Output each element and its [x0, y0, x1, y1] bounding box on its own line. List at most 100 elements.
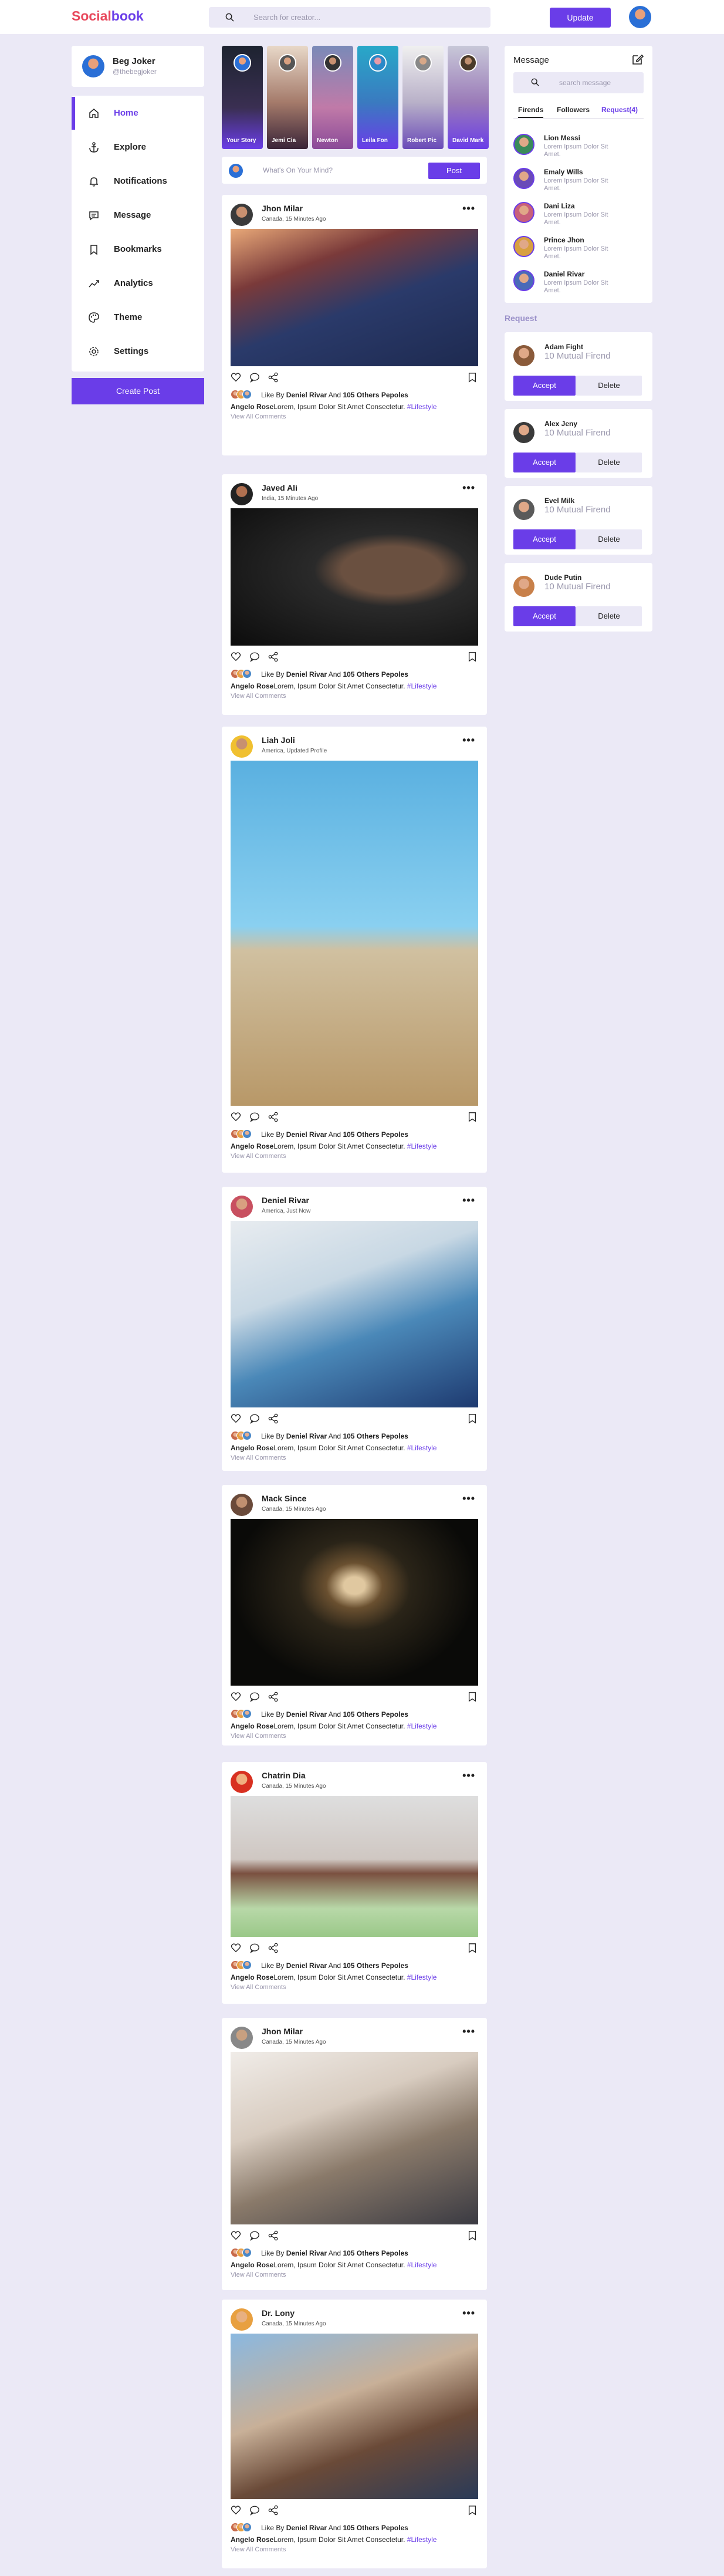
- view-comments-link[interactable]: View All Comments: [231, 2546, 286, 2553]
- bookmark-icon[interactable]: [468, 1413, 477, 1424]
- share-icon[interactable]: [268, 1112, 279, 1122]
- view-comments-link[interactable]: View All Comments: [231, 1454, 286, 1461]
- author-avatar[interactable]: [231, 2308, 253, 2331]
- delete-button[interactable]: Delete: [576, 606, 642, 626]
- bookmark-icon[interactable]: [468, 1692, 477, 1702]
- request-avatar[interactable]: [513, 345, 534, 366]
- heart-icon[interactable]: [231, 1692, 241, 1702]
- story-card[interactable]: Jemi Cia: [267, 46, 308, 149]
- view-comments-link[interactable]: View All Comments: [231, 413, 286, 420]
- likes-count[interactable]: 105 Others Pepoles: [343, 1710, 408, 1719]
- liker-name[interactable]: Deniel Rivar: [286, 1432, 327, 1440]
- liker-name[interactable]: Deniel Rivar: [286, 2524, 327, 2532]
- heart-icon[interactable]: [231, 651, 241, 662]
- accept-button[interactable]: Accept: [513, 453, 576, 472]
- likes-count[interactable]: 105 Others Pepoles: [343, 1432, 408, 1440]
- post-image[interactable]: [231, 1221, 478, 1407]
- contact-item[interactable]: Prince Jhon Lorem Ipsum Dolor Sit Amet.: [513, 235, 644, 264]
- share-icon[interactable]: [268, 651, 279, 662]
- view-comments-link[interactable]: View All Comments: [231, 1153, 286, 1160]
- bookmark-icon[interactable]: [468, 1112, 477, 1122]
- share-icon[interactable]: [268, 372, 279, 383]
- share-icon[interactable]: [268, 1413, 279, 1424]
- hashtag-link[interactable]: #Lifestyle: [407, 1722, 437, 1730]
- hashtag-link[interactable]: #Lifestyle: [407, 1444, 437, 1452]
- bookmark-icon[interactable]: [468, 2505, 477, 2516]
- accept-button[interactable]: Accept: [513, 606, 576, 626]
- heart-icon[interactable]: [231, 372, 241, 383]
- request-name[interactable]: Alex Jeny: [544, 420, 577, 428]
- liker-name[interactable]: Deniel Rivar: [286, 391, 327, 399]
- comment-icon[interactable]: [249, 372, 260, 383]
- request-name[interactable]: Evel Milk: [544, 497, 574, 505]
- comment-icon[interactable]: [249, 1413, 260, 1424]
- more-options-button[interactable]: •••: [462, 482, 475, 493]
- user-avatar[interactable]: [629, 6, 651, 28]
- author-name[interactable]: Jhon Milar: [262, 204, 303, 213]
- update-button[interactable]: Update: [550, 8, 611, 28]
- author-avatar[interactable]: [231, 735, 253, 758]
- author-avatar[interactable]: [231, 483, 253, 505]
- bookmark-icon[interactable]: [468, 651, 477, 662]
- tab-requests[interactable]: Request(4): [601, 106, 638, 114]
- post-image[interactable]: [231, 1796, 478, 1937]
- heart-icon[interactable]: [231, 2505, 241, 2516]
- more-options-button[interactable]: •••: [462, 1770, 475, 1781]
- message-search-input[interactable]: search message: [559, 79, 611, 87]
- post-image[interactable]: [231, 761, 478, 1106]
- post-button[interactable]: Post: [428, 163, 480, 179]
- author-avatar[interactable]: [231, 204, 253, 226]
- tab-followers[interactable]: Followers: [557, 106, 590, 114]
- likes-count[interactable]: 105 Others Pepoles: [343, 2524, 408, 2532]
- sidebar-item-message[interactable]: Message: [72, 199, 204, 232]
- heart-icon[interactable]: [231, 2230, 241, 2241]
- author-name[interactable]: Deniel Rivar: [262, 1196, 309, 1205]
- more-options-button[interactable]: •••: [462, 2026, 475, 2037]
- search-bar[interactable]: Search for creator...: [209, 7, 490, 28]
- hashtag-link[interactable]: #Lifestyle: [407, 1142, 437, 1150]
- more-options-button[interactable]: •••: [462, 1195, 475, 1206]
- commenter-name[interactable]: Angelo Rose: [231, 1142, 273, 1150]
- liker-name[interactable]: Deniel Rivar: [286, 1130, 327, 1139]
- more-options-button[interactable]: •••: [462, 1493, 475, 1504]
- more-options-button[interactable]: •••: [462, 735, 475, 745]
- likes-count[interactable]: 105 Others Pepoles: [343, 2249, 408, 2257]
- view-comments-link[interactable]: View All Comments: [231, 2271, 286, 2278]
- contact-item[interactable]: Daniel Rivar Lorem Ipsum Dolor Sit Amet.: [513, 269, 644, 298]
- composer-input[interactable]: What's On Your Mind?: [263, 166, 333, 174]
- author-name[interactable]: Dr. Lony: [262, 2308, 295, 2318]
- view-comments-link[interactable]: View All Comments: [231, 1984, 286, 1991]
- likes-count[interactable]: 105 Others Pepoles: [343, 670, 408, 678]
- hashtag-link[interactable]: #Lifestyle: [407, 2536, 437, 2544]
- share-icon[interactable]: [268, 2230, 279, 2241]
- delete-button[interactable]: Delete: [576, 529, 642, 549]
- share-icon[interactable]: [268, 2505, 279, 2516]
- request-avatar[interactable]: [513, 422, 534, 443]
- view-comments-link[interactable]: View All Comments: [231, 1733, 286, 1740]
- sidebar-item-settings[interactable]: Settings: [72, 335, 204, 368]
- commenter-name[interactable]: Angelo Rose: [231, 1973, 273, 1981]
- story-card[interactable]: Newton: [312, 46, 353, 149]
- bookmark-icon[interactable]: [468, 2230, 477, 2241]
- post-image[interactable]: [231, 229, 478, 366]
- sidebar-item-home[interactable]: Home: [72, 97, 204, 130]
- profile-card[interactable]: Beg Joker @thebegjoker: [72, 46, 204, 87]
- story-card[interactable]: Your Story: [222, 46, 263, 149]
- view-comments-link[interactable]: View All Comments: [231, 693, 286, 700]
- share-icon[interactable]: [268, 1943, 279, 1953]
- commenter-name[interactable]: Angelo Rose: [231, 682, 273, 690]
- accept-button[interactable]: Accept: [513, 376, 576, 396]
- search-input[interactable]: Search for creator...: [253, 13, 320, 22]
- author-name[interactable]: Mack Since: [262, 1494, 306, 1503]
- commenter-name[interactable]: Angelo Rose: [231, 403, 273, 411]
- message-search[interactable]: search message: [513, 72, 644, 93]
- more-options-button[interactable]: •••: [462, 2308, 475, 2318]
- commenter-name[interactable]: Angelo Rose: [231, 1444, 273, 1452]
- liker-name[interactable]: Deniel Rivar: [286, 670, 327, 678]
- brand-logo[interactable]: Socialbook: [72, 8, 144, 24]
- story-card[interactable]: David Mark: [448, 46, 489, 149]
- hashtag-link[interactable]: #Lifestyle: [407, 2261, 437, 2269]
- tab-friends[interactable]: Firends: [518, 106, 544, 118]
- delete-button[interactable]: Delete: [576, 453, 642, 472]
- sidebar-item-analytics[interactable]: Analytics: [72, 267, 204, 300]
